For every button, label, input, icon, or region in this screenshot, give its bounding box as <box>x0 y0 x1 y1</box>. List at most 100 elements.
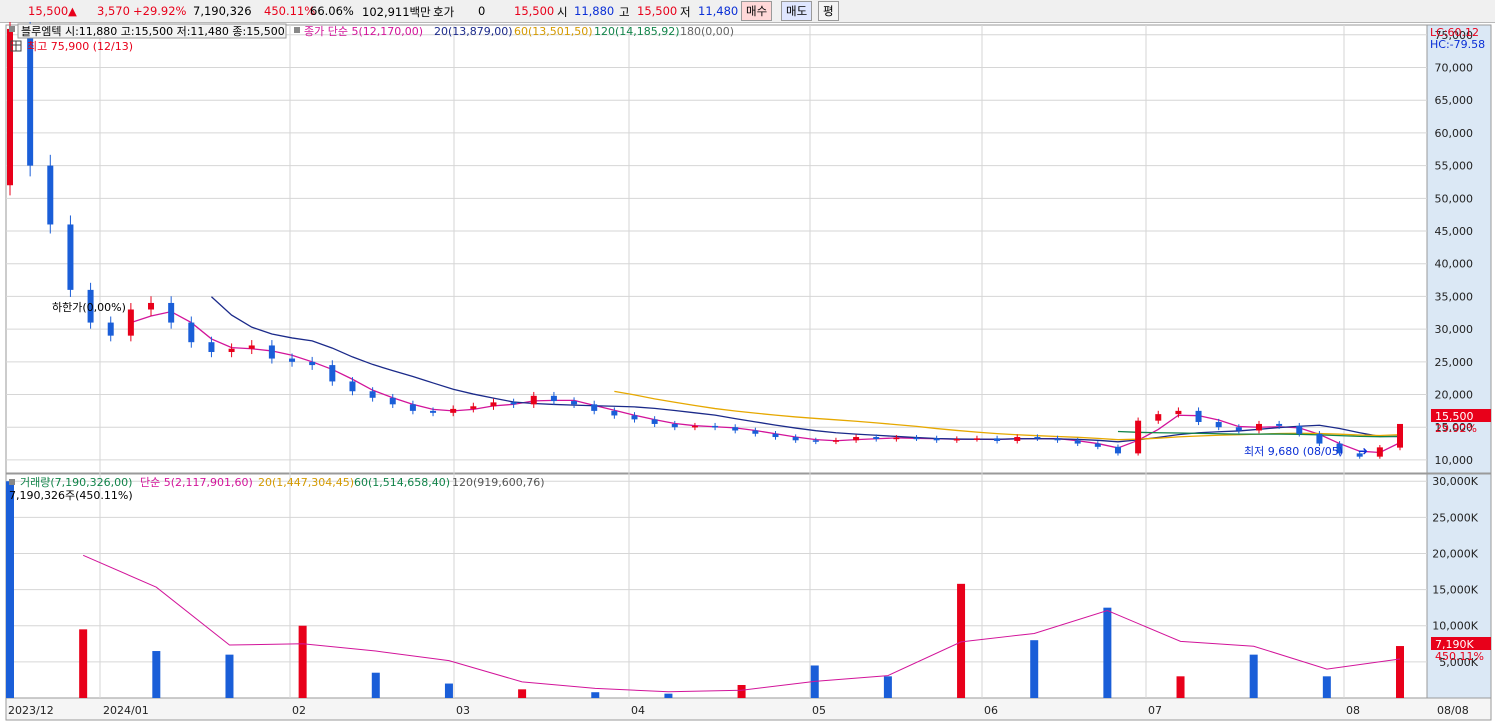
volume-tick: 15,000K <box>1432 584 1478 597</box>
price-tick: 55,000 <box>1435 160 1474 173</box>
candle-body <box>973 438 980 440</box>
buy-button[interactable]: 매수 <box>741 1 773 21</box>
x-tick: 2023/12 <box>8 704 54 717</box>
volume-bar <box>883 676 892 698</box>
price-tick: 40,000 <box>1435 258 1474 271</box>
candle-body <box>712 425 719 428</box>
volume-bar <box>371 672 380 698</box>
candle-body <box>651 419 658 424</box>
price-tick: 35,000 <box>1435 290 1474 303</box>
candle-body <box>1074 440 1081 444</box>
candle-body <box>490 402 497 407</box>
candle-body <box>913 437 920 440</box>
candle-body <box>732 427 739 431</box>
stock-chart[interactable]: 75,000 70,000 65,000 60,000 55,000 50,00… <box>0 22 1495 722</box>
volume-note: 7,190,326주(450.11%) <box>9 489 133 502</box>
low-label: 저 <box>680 5 691 19</box>
volume-bar <box>225 654 234 698</box>
candle-body <box>571 401 578 405</box>
candle-body <box>853 437 860 441</box>
candle-body <box>550 395 557 402</box>
ma120-legend[interactable]: 120(14,185,92) <box>594 25 680 38</box>
stock-legend: 블루엠텍 시:11,880 고:15,500 저:11,480 종:15,500 <box>21 25 285 38</box>
candle-body <box>289 358 296 362</box>
volume-bar <box>518 689 527 698</box>
ma5-legend[interactable]: 종가 단순 5(12,170,00) <box>304 25 423 38</box>
volume-ma20-legend[interactable]: 20(1,447,304,45) <box>258 476 354 489</box>
candle-body <box>812 440 819 442</box>
candle-body <box>1135 420 1142 454</box>
candle-body <box>1215 421 1222 428</box>
candle-body <box>228 348 235 353</box>
volume-bar <box>1249 654 1258 698</box>
legend-bullet-icon <box>9 26 15 32</box>
candle-body <box>208 342 215 353</box>
x-tick: 02 <box>292 704 306 717</box>
sell-button[interactable]: 매도 <box>781 1 813 21</box>
period-low-note: 최저 9,680 (08/05) <box>1244 445 1343 458</box>
volume-value: 7,190,326 <box>193 4 252 18</box>
candle-body <box>772 433 779 438</box>
candle-body <box>1175 410 1182 415</box>
candle-body <box>7 28 13 186</box>
ma20-legend[interactable]: 20(13,879,00) <box>434 25 513 38</box>
candle-body <box>107 322 114 336</box>
volume-bar <box>1322 676 1331 698</box>
candle-body <box>671 423 678 428</box>
volume-ma5-legend[interactable]: 단순 5(2,117,901,60) <box>140 476 253 489</box>
hoga-value: 0 <box>478 4 486 18</box>
candle-body <box>510 402 517 405</box>
candle-body <box>1296 425 1303 434</box>
candle-body <box>1235 427 1242 431</box>
candle-body <box>591 404 598 411</box>
volume-tick: 30,000K <box>1432 475 1478 488</box>
open-label: 시 <box>557 5 568 19</box>
volume-bar <box>591 692 600 698</box>
ma180-legend[interactable]: 180(0,00) <box>680 25 734 38</box>
volume-bar <box>444 683 453 698</box>
x-tick: 04 <box>631 704 645 717</box>
up-arrow-icon: ▲ <box>68 4 77 18</box>
ma60-legend[interactable]: 60(13,501,50) <box>514 25 593 38</box>
candle-body <box>1155 414 1162 421</box>
volume-ma120-legend[interactable]: 120(919,600,76) <box>452 476 545 489</box>
volume-bar <box>152 651 161 698</box>
x-tick: 07 <box>1148 704 1162 717</box>
price-panel <box>5 24 1428 474</box>
candle-body <box>611 410 618 416</box>
price-tick: 10,000 <box>1435 454 1474 467</box>
volume-ma60-legend[interactable]: 60(1,514,658,40) <box>354 476 450 489</box>
high-price: 15,500 <box>637 4 678 18</box>
volume-bar <box>1176 676 1185 698</box>
volume-legend[interactable]: 거래량(7,190,326,00) <box>20 476 132 489</box>
legend-bullet-icon <box>294 27 300 33</box>
candle-body <box>389 397 396 405</box>
hoga-price: 15,500 <box>514 4 555 18</box>
volume-bar <box>664 693 673 698</box>
volume-panel <box>5 473 1428 699</box>
candle-body <box>148 302 155 310</box>
period-high-note: 최고 75,900 (12/13) <box>27 40 133 53</box>
price-tick: 25,000 <box>1435 356 1474 369</box>
price-axis <box>1426 24 1492 474</box>
x-tick: 08/08 <box>1437 704 1469 717</box>
price-tick: 20,000 <box>1435 389 1474 402</box>
trade-amount: 102,911백만 <box>362 5 431 19</box>
candle-body <box>933 438 940 441</box>
volume-tick: 25,000K <box>1432 511 1478 524</box>
volume-bar <box>6 481 14 698</box>
x-tick: 2024/01 <box>103 704 149 717</box>
volume-bar <box>957 583 966 698</box>
candle-body <box>369 391 376 398</box>
evaluation-button[interactable]: 평 <box>818 1 839 21</box>
volume-bar <box>79 629 88 698</box>
volume-tick: 10,000K <box>1432 620 1478 633</box>
low-price: 11,480 <box>698 4 739 18</box>
candle-body <box>1054 438 1061 441</box>
limit-down-note: 하한가(0,00%) <box>52 300 126 314</box>
candle-body <box>450 408 457 413</box>
candle-body <box>268 345 275 359</box>
current-pct-tag: 29.92% <box>1435 422 1477 435</box>
x-tick: 06 <box>984 704 998 717</box>
open-price: 11,880 <box>574 4 615 18</box>
